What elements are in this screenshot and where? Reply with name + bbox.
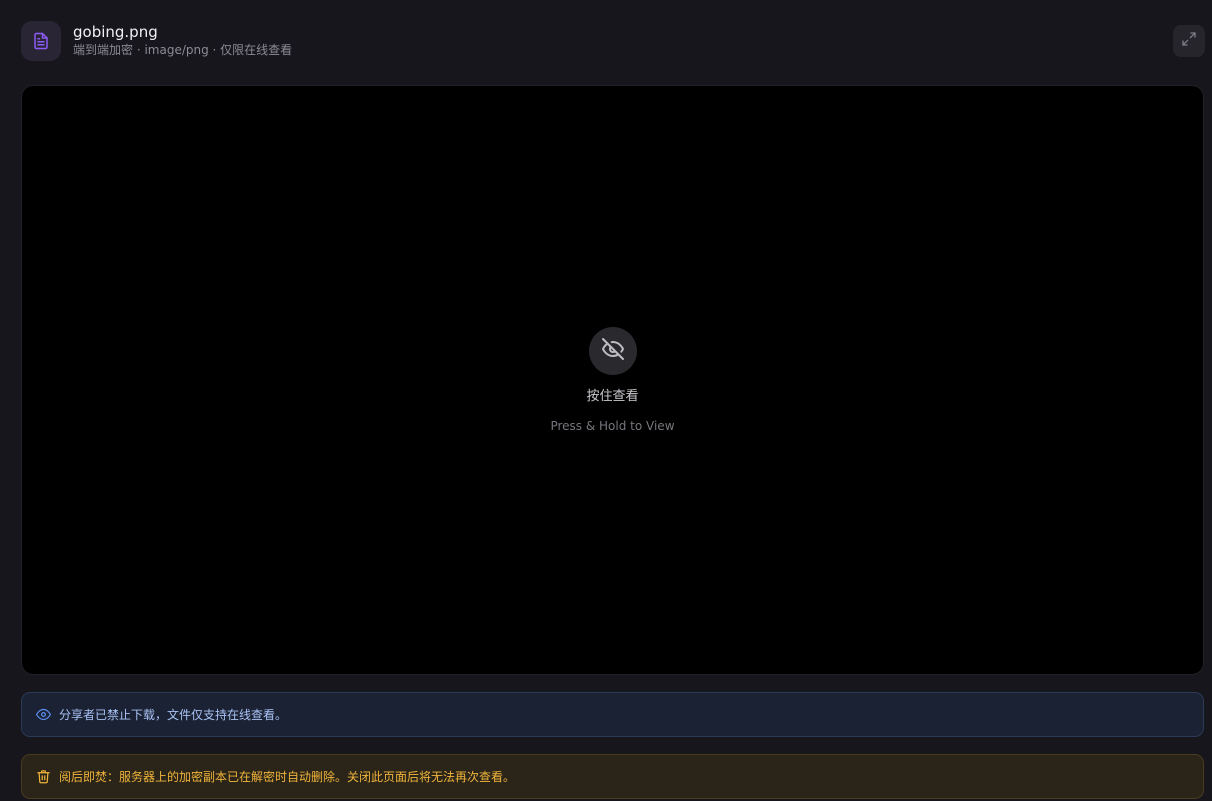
eye-off-icon [601, 337, 625, 365]
fullscreen-button[interactable] [1173, 25, 1205, 57]
hold-to-view-hint: Press & Hold to View [550, 419, 675, 433]
file-header: gobing.png 端到端加密 · image/png · 仅限在线查看 [21, 20, 1205, 62]
download-disabled-text: 分享者已禁止下载，文件仅支持在线查看。 [59, 708, 288, 722]
file-viewer-page: gobing.png 端到端加密 · image/png · 仅限在线查看 按住… [0, 0, 1212, 801]
trash-icon [35, 769, 51, 785]
hold-to-view-label: 按住查看 [586, 389, 639, 404]
eye-icon [35, 707, 51, 723]
file-type-badge [21, 21, 61, 61]
press-and-hold-viewer[interactable]: 按住查看 Press & Hold to View [21, 85, 1204, 675]
burn-after-reading-notice: 阅后即焚：服务器上的加密副本已在解密时自动删除。关闭此页面后将无法再次查看。 [21, 754, 1204, 799]
expand-icon [1181, 31, 1197, 51]
burn-after-reading-text: 阅后即焚：服务器上的加密副本已在解密时自动删除。关闭此页面后将无法再次查看。 [59, 770, 516, 784]
file-meta: 端到端加密 · image/png · 仅限在线查看 [73, 43, 293, 57]
document-icon [32, 32, 50, 50]
hold-to-view-badge [589, 327, 637, 375]
file-name: gobing.png [73, 23, 158, 41]
download-disabled-notice: 分享者已禁止下载，文件仅支持在线查看。 [21, 692, 1204, 737]
